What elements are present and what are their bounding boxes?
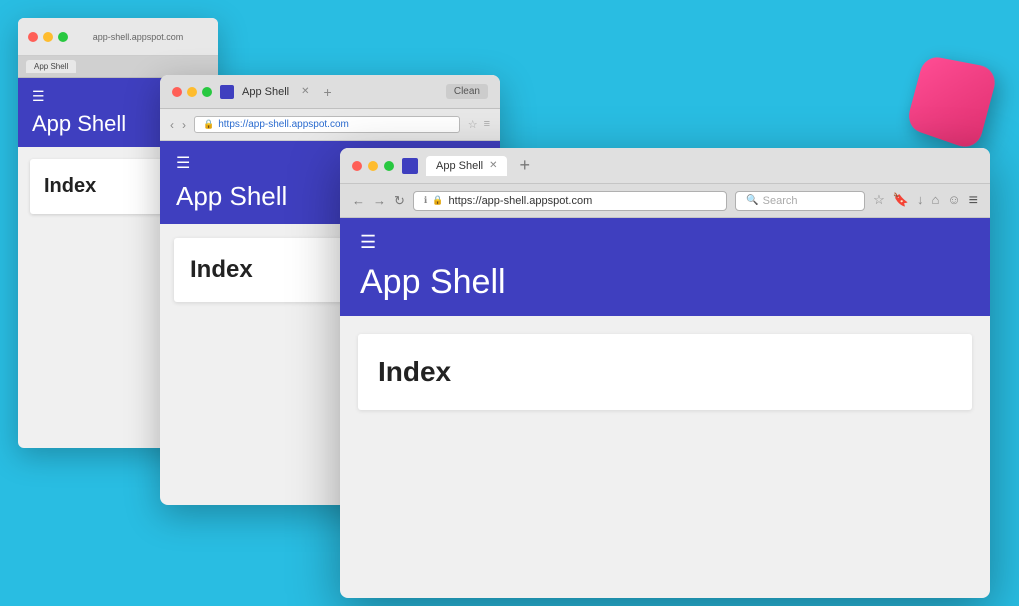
window2-minimize-dot[interactable]: [187, 87, 197, 97]
window3-urlbar: ← → ↻ ℹ 🔒 https://app-shell.appspot.com …: [340, 184, 990, 218]
window1-maximize-dot[interactable]: [58, 32, 68, 42]
decorative-shape: [909, 60, 1009, 160]
window3-search-placeholder: Search: [763, 195, 798, 207]
bookmark-icon[interactable]: 🔖: [893, 192, 909, 210]
window3-maximize-dot[interactable]: [384, 161, 394, 171]
window3-minimize-dot[interactable]: [368, 161, 378, 171]
window1-index-text: Index: [44, 175, 96, 197]
window2-favicon: [220, 85, 234, 99]
window2-forward-button[interactable]: ›: [182, 118, 186, 132]
window3-menu-icon[interactable]: ≡: [969, 192, 978, 210]
window3-app-header: ☰ App Shell: [340, 218, 990, 316]
window3-search-box[interactable]: 🔍 Search: [735, 191, 865, 211]
window2-maximize-dot[interactable]: [202, 87, 212, 97]
window2-url-box[interactable]: 🔒 https://app-shell.appspot.com: [194, 116, 460, 133]
window1-app-title: App Shell: [32, 111, 126, 136]
window2-close-dot[interactable]: [172, 87, 182, 97]
window1-url: app-shell.appspot.com: [74, 32, 202, 42]
window3-traffic-lights: [352, 161, 394, 171]
profile-icon[interactable]: ☺: [947, 192, 960, 210]
window3-reload-button[interactable]: ↻: [394, 193, 405, 209]
window3-tab-title: App Shell: [436, 160, 483, 172]
lock-icon: 🔒: [432, 195, 443, 206]
window2-tab-close-icon[interactable]: ✕: [301, 86, 309, 97]
window2-app-title: App Shell: [176, 181, 287, 211]
window3-index-text: Index: [378, 356, 451, 387]
window3-app-title: App Shell: [360, 263, 506, 301]
window3-chrome: App Shell ✕ +: [340, 148, 990, 184]
window3-right-icons: ☆ 🔖 ↓ ⌂ ☺ ≡: [873, 192, 978, 210]
window3-hamburger-icon[interactable]: ☰: [360, 232, 970, 253]
window3-content: Index: [340, 316, 990, 428]
window2-back-button[interactable]: ‹: [170, 118, 174, 132]
window1-close-dot[interactable]: [28, 32, 38, 42]
bookmark-icon[interactable]: ☆: [468, 118, 478, 131]
window3-index-card: Index: [358, 334, 972, 410]
window2-new-tab-icon[interactable]: +: [323, 84, 331, 100]
window2-url-text: https://app-shell.appspot.com: [218, 119, 349, 130]
window3-active-tab[interactable]: App Shell ✕: [426, 156, 507, 176]
window3-close-dot[interactable]: [352, 161, 362, 171]
lock-icon: 🔒: [203, 119, 214, 130]
window3-back-button[interactable]: ←: [352, 193, 365, 208]
window1-chrome: app-shell.appspot.com: [18, 18, 218, 56]
window1-tab[interactable]: App Shell: [26, 60, 76, 73]
search-icon: 🔍: [746, 195, 758, 206]
window3-tab-close-icon[interactable]: ✕: [489, 160, 497, 171]
window2-traffic-lights: [172, 87, 212, 97]
window2-right-icons: ☆ ≡: [468, 118, 490, 131]
window1-minimize-dot[interactable]: [43, 32, 53, 42]
window3-url-box[interactable]: ℹ 🔒 https://app-shell.appspot.com: [413, 191, 727, 211]
bookmark-star-icon[interactable]: ☆: [873, 192, 885, 210]
info-icon: ℹ: [424, 195, 427, 206]
menu-icon[interactable]: ≡: [484, 118, 490, 131]
window-3: App Shell ✕ + ← → ↻ ℹ 🔒 https://app-shel…: [340, 148, 990, 598]
window2-clean-button[interactable]: Clean: [446, 84, 488, 99]
window3-forward-button[interactable]: →: [373, 193, 386, 208]
window3-new-tab-icon[interactable]: +: [519, 155, 530, 176]
window3-favicon: [402, 158, 418, 174]
window1-traffic-lights: [28, 32, 68, 42]
window2-urlbar: ‹ › 🔒 https://app-shell.appspot.com ☆ ≡: [160, 109, 500, 141]
window2-index-text: Index: [190, 256, 253, 283]
home-icon[interactable]: ⌂: [932, 192, 940, 210]
download-icon[interactable]: ↓: [917, 192, 924, 210]
window2-chrome: App Shell ✕ + Clean: [160, 75, 500, 109]
window2-tab-title[interactable]: App Shell: [242, 86, 289, 98]
window3-url-text: https://app-shell.appspot.com: [449, 195, 593, 207]
